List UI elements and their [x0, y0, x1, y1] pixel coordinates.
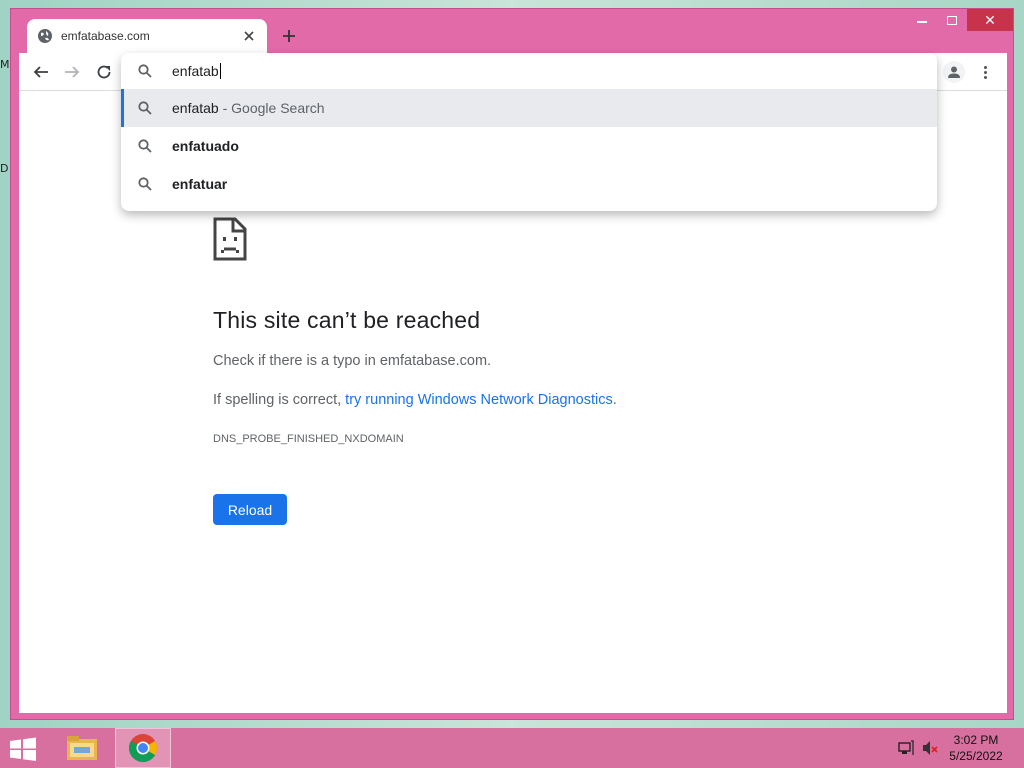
address-input[interactable]: enfatab [172, 63, 221, 79]
back-icon [33, 66, 48, 78]
suggestion-label: enfatab - Google Search [172, 100, 325, 116]
windows-start-icon[interactable] [8, 737, 38, 761]
search-icon [138, 177, 152, 191]
browser-tab[interactable]: emfatabase.com [27, 19, 267, 53]
error-hint-typo: Check if there is a typo in emfatabase.c… [213, 353, 492, 369]
search-icon [138, 139, 152, 153]
taskbar: 3:02 PM 5/25/2022 [0, 728, 1024, 768]
chrome-icon [129, 734, 157, 762]
system-clock[interactable]: 3:02 PM 5/25/2022 [944, 732, 1008, 764]
network-icon[interactable] [897, 739, 915, 757]
plus-icon [283, 30, 295, 42]
menu-icon[interactable] [974, 61, 996, 83]
error-title: This site can’t be reached [213, 307, 481, 333]
close-window-button[interactable]: ✕ [967, 9, 1013, 31]
reload-button[interactable] [94, 62, 114, 82]
omnibox-dropdown: enfatab enfatab - Google Search enfatuad… [121, 53, 937, 211]
globe-icon [38, 29, 52, 43]
profile-icon [948, 66, 960, 78]
profile-button[interactable] [943, 61, 965, 83]
minimize-icon [917, 21, 927, 23]
volume-muted-icon[interactable] [921, 739, 939, 757]
search-icon [138, 64, 152, 78]
search-icon [138, 101, 152, 115]
suggestion-label: enfatuar [172, 176, 228, 192]
error-hint-suffix: . [612, 392, 617, 408]
window-controls: ✕ [907, 9, 1013, 35]
forward-button[interactable] [62, 62, 82, 82]
new-tab-button[interactable] [279, 26, 299, 46]
tab-title: emfatabase.com [61, 29, 150, 43]
omnibox-suggestion[interactable]: enfatuar [121, 165, 937, 203]
maximize-icon [947, 15, 957, 25]
close-tab-icon[interactable] [241, 28, 257, 44]
address-bar[interactable]: enfatab [121, 53, 937, 89]
back-button[interactable] [31, 62, 51, 82]
reload-page-button[interactable]: Reload [213, 494, 287, 525]
maximize-button[interactable] [937, 9, 967, 31]
reload-icon [97, 65, 111, 79]
minimize-button[interactable] [907, 9, 937, 31]
file-explorer-icon [67, 736, 97, 760]
error-code: DNS_PROBE_FINISHED_NXDOMAIN [213, 433, 404, 445]
taskbar-file-explorer[interactable] [54, 728, 110, 768]
clock-time: 3:02 PM [953, 733, 999, 747]
sad-document-icon [213, 217, 247, 261]
suggestion-label: enfatuado [172, 138, 239, 154]
network-diagnostics-link[interactable]: try running Windows Network Diagnostics [345, 392, 613, 408]
taskbar-chrome[interactable] [115, 728, 171, 768]
error-hint-prefix: If spelling is correct, [213, 392, 346, 408]
error-hint-diagnostics: If spelling is correct, try running Wind… [213, 392, 617, 408]
browser-window: ✕ emfatabase.com This site can’t be reac… [10, 8, 1014, 720]
forward-icon [65, 66, 80, 78]
omnibox-suggestion[interactable]: enfatuado [121, 127, 937, 165]
clock-date: 5/25/2022 [949, 749, 1003, 763]
omnibox-suggestion[interactable]: enfatab - Google Search [121, 89, 937, 127]
